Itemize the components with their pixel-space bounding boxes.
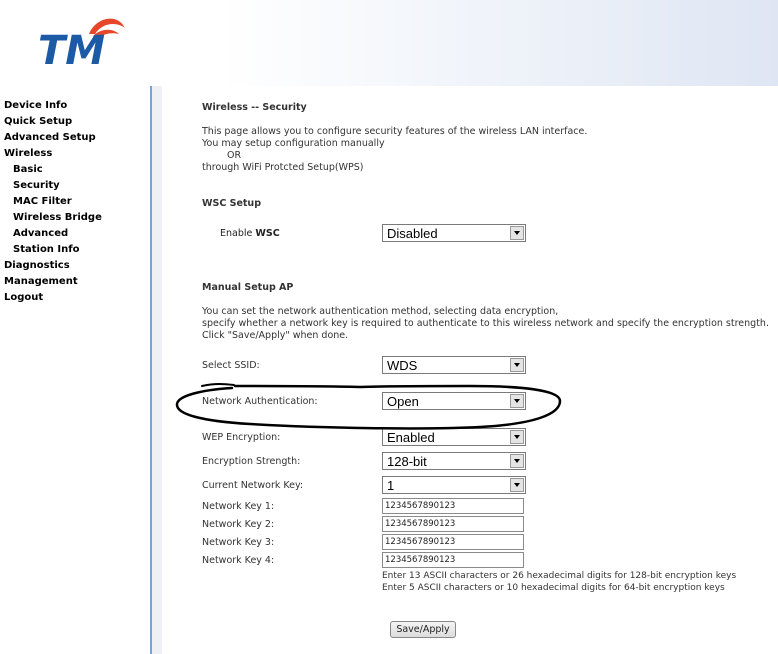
intro-line-1: This page allows you to configure securi… [202, 126, 588, 137]
auth-label: Network Authentication: [202, 396, 318, 407]
key2-label: Network Key 2: [202, 519, 275, 530]
ssid-label: Select SSID: [202, 360, 260, 371]
intro-or: OR [227, 150, 242, 161]
wsc-select-value: Disabled [387, 226, 438, 241]
wsc-label: Enable WSC [220, 228, 280, 239]
wsc-heading: WSC Setup [202, 198, 261, 209]
sidebar-item-quick-setup[interactable]: Quick Setup [4, 114, 102, 130]
sidebar-item-wireless[interactable]: Wireless [4, 146, 102, 162]
key1-label: Network Key 1: [202, 501, 275, 512]
sidebar-item-management[interactable]: Management [4, 274, 102, 290]
wsc-label-prefix: Enable [220, 228, 256, 239]
wsc-label-bold: WSC [255, 228, 280, 239]
current-key-select[interactable]: 1 [382, 476, 526, 494]
key3-label: Network Key 3: [202, 537, 275, 548]
current-key-select-value: 1 [387, 478, 395, 493]
sidebar-menu: Device Info Quick Setup Advanced Setup W… [4, 98, 102, 306]
key2-input[interactable]: 1234567890123 [382, 516, 524, 532]
manual-desc-1: You can set the network authentication m… [202, 306, 559, 317]
strength-select[interactable]: 128-bit [382, 452, 526, 470]
hint-64bit: Enter 5 ASCII characters or 10 hexadecim… [382, 583, 725, 593]
key3-input[interactable]: 1234567890123 [382, 534, 524, 550]
wep-select[interactable]: Enabled [382, 428, 526, 446]
chevron-down-icon [510, 394, 524, 408]
key1-input[interactable]: 1234567890123 [382, 498, 524, 514]
strength-select-value: 128-bit [387, 454, 427, 469]
ssid-select[interactable]: WDS [382, 356, 526, 374]
chevron-down-icon [510, 454, 524, 468]
chevron-down-icon [510, 226, 524, 240]
page-title: Wireless -- Security [202, 102, 307, 113]
sidebar-item-station-info[interactable]: Station Info [4, 242, 102, 258]
wep-select-value: Enabled [387, 430, 435, 445]
key4-label: Network Key 4: [202, 555, 275, 566]
chevron-down-icon [510, 358, 524, 372]
auth-select[interactable]: Open [382, 392, 526, 410]
sidebar-item-advanced-setup[interactable]: Advanced Setup [4, 130, 102, 146]
sidebar-divider-shadow [152, 86, 162, 654]
save-apply-button[interactable]: Save/Apply [390, 621, 456, 638]
sidebar-item-logout[interactable]: Logout [4, 290, 102, 306]
ssid-select-value: WDS [387, 358, 418, 373]
intro-line-2: You may setup configuration manually [202, 138, 385, 149]
manual-heading: Manual Setup AP [202, 282, 294, 293]
strength-label: Encryption Strength: [202, 456, 301, 467]
sidebar-item-device-info[interactable]: Device Info [4, 98, 102, 114]
wep-label: WEP Encryption: [202, 432, 281, 443]
sidebar-item-basic[interactable]: Basic [4, 162, 102, 178]
sidebar-item-security[interactable]: Security [4, 178, 102, 194]
sidebar-item-wireless-bridge[interactable]: Wireless Bridge [4, 210, 102, 226]
manual-desc-3: Click "Save/Apply" when done. [202, 330, 349, 341]
chevron-down-icon [510, 430, 524, 444]
logo-text: TM [38, 28, 105, 70]
sidebar-item-mac-filter[interactable]: MAC Filter [4, 194, 102, 210]
sidebar-item-advanced[interactable]: Advanced [4, 226, 102, 242]
auth-select-value: Open [387, 394, 419, 409]
sidebar-item-diagnostics[interactable]: Diagnostics [4, 258, 102, 274]
header-banner: TM [0, 0, 778, 86]
current-key-label: Current Network Key: [202, 480, 304, 491]
manual-desc-2: specify whether a network key is require… [202, 318, 769, 329]
hint-128bit: Enter 13 ASCII characters or 26 hexadeci… [382, 571, 737, 581]
tm-logo: TM [38, 18, 125, 70]
chevron-down-icon [510, 478, 524, 492]
intro-line-3: through WiFi Protcted Setup(WPS) [202, 162, 364, 173]
key4-input[interactable]: 1234567890123 [382, 552, 524, 568]
wsc-select[interactable]: Disabled [382, 224, 526, 242]
